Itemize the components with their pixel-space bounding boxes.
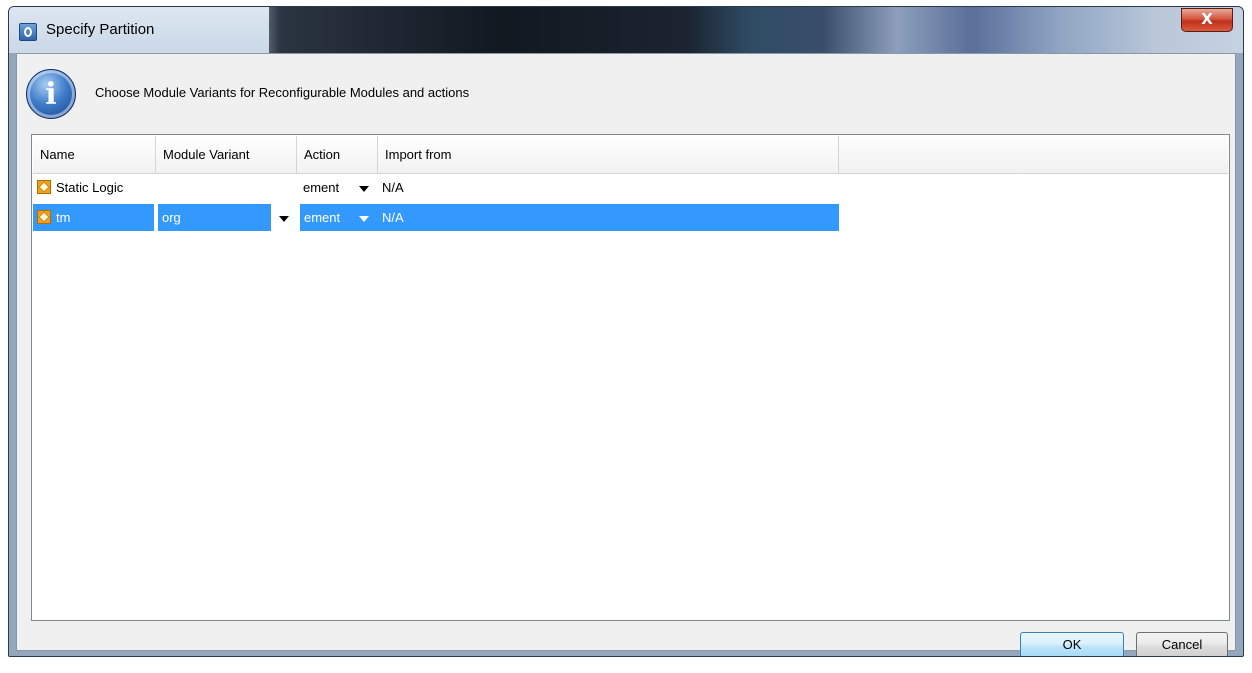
- import-from-cell: N/A: [378, 204, 839, 231]
- import-from-cell: N/A: [382, 180, 404, 195]
- info-message: Choose Module Variants for Reconfigurabl…: [95, 85, 470, 100]
- chevron-down-icon: [359, 186, 369, 192]
- title-bar[interactable]: Specify Partition X: [9, 7, 1243, 53]
- action-dropdown[interactable]: ement: [300, 204, 378, 231]
- chevron-down-icon: [279, 216, 289, 222]
- table-row[interactable]: tm org ement N/A: [33, 204, 839, 231]
- action-dropdown[interactable]: ement: [299, 174, 378, 201]
- info-icon: i: [26, 69, 76, 119]
- module-icon: [37, 180, 51, 194]
- app-icon: [19, 23, 37, 41]
- name-cell: Static Logic: [33, 174, 156, 201]
- ok-button[interactable]: OK: [1020, 632, 1124, 656]
- chevron-down-icon: [359, 216, 369, 222]
- table-row[interactable]: Static Logic ement N/A: [33, 174, 839, 201]
- name-cell: tm: [33, 204, 154, 231]
- table-header: Name Module Variant Action Import from: [33, 136, 1228, 174]
- column-header-module-variant[interactable]: Module Variant: [156, 136, 297, 173]
- dialog-content: i Choose Module Variants for Reconfigura…: [16, 53, 1236, 656]
- close-button[interactable]: X: [1181, 8, 1233, 32]
- column-header-import-from[interactable]: Import from: [378, 136, 839, 173]
- row-name: tm: [56, 210, 71, 225]
- module-icon: [37, 210, 51, 224]
- row-name: Static Logic: [56, 180, 124, 195]
- column-header-name[interactable]: Name: [33, 136, 156, 173]
- dialog-window: Specify Partition X i Choose Module Vari…: [8, 6, 1244, 657]
- module-variant-dropdown[interactable]: org: [158, 204, 271, 231]
- module-variant-cell: [156, 174, 297, 201]
- window-title: Specify Partition: [46, 21, 155, 38]
- cancel-button[interactable]: Cancel: [1136, 632, 1228, 656]
- column-header-action[interactable]: Action: [297, 136, 378, 173]
- module-variant-dropdown-button[interactable]: [271, 204, 297, 231]
- partition-table[interactable]: Name Module Variant Action Import from S…: [31, 134, 1230, 621]
